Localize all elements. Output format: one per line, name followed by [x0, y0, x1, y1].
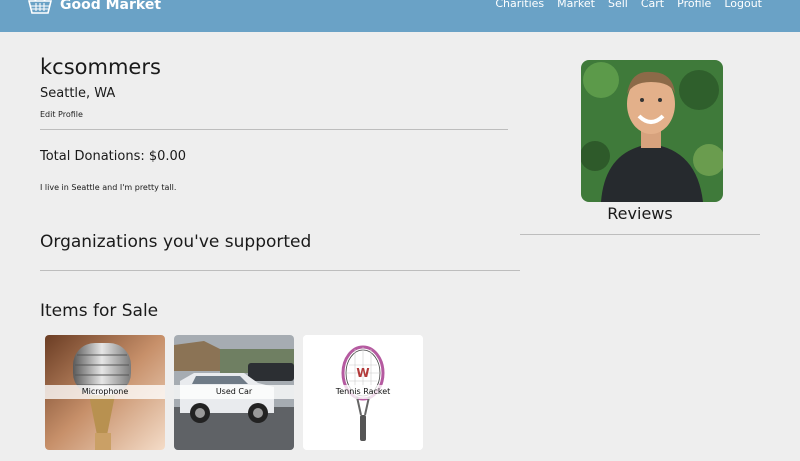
item-title: Microphone: [45, 385, 165, 399]
nav-links: Charities Market Sell Cart Profile Logou…: [495, 0, 762, 10]
username: kcsommers: [40, 55, 161, 79]
nav-profile[interactable]: Profile: [677, 0, 711, 10]
divider: [520, 234, 760, 235]
total-donations: Total Donations: $0.00: [40, 149, 187, 164]
divider: [40, 129, 508, 130]
nav-logout[interactable]: Logout: [724, 0, 762, 10]
item-title: Tennis Racket: [303, 385, 423, 399]
divider: [40, 270, 520, 271]
nav-cart[interactable]: Cart: [641, 0, 664, 10]
item-card-used-car[interactable]: Used Car: [174, 335, 294, 450]
items-grid: Microphone Used Car W Tennis Racket: [45, 335, 423, 450]
nav-sell[interactable]: Sell: [608, 0, 628, 10]
navbar: Good Market Charities Market Sell Cart P…: [0, 0, 800, 32]
profile-photo: [581, 60, 723, 202]
items-for-sale-heading: Items for Sale: [40, 301, 159, 321]
avatar: [581, 60, 723, 202]
item-title: Used Car: [174, 385, 294, 399]
location: Seattle, WA: [40, 86, 116, 101]
brand-name: Good Market: [60, 0, 162, 13]
item-card-microphone[interactable]: Microphone: [45, 335, 165, 450]
nav-market[interactable]: Market: [557, 0, 595, 10]
edit-profile-link[interactable]: Edit Profile: [40, 110, 83, 119]
svg-text:W: W: [356, 366, 369, 380]
organizations-heading: Organizations you've supported: [40, 232, 312, 252]
basket-icon: [28, 0, 52, 14]
bio: I live in Seattle and I'm pretty tall.: [40, 183, 177, 192]
reviews-heading: Reviews: [607, 204, 673, 223]
nav-charities[interactable]: Charities: [495, 0, 544, 10]
brand-link[interactable]: Good Market: [28, 0, 161, 15]
item-card-tennis-racket[interactable]: W Tennis Racket: [303, 335, 423, 450]
